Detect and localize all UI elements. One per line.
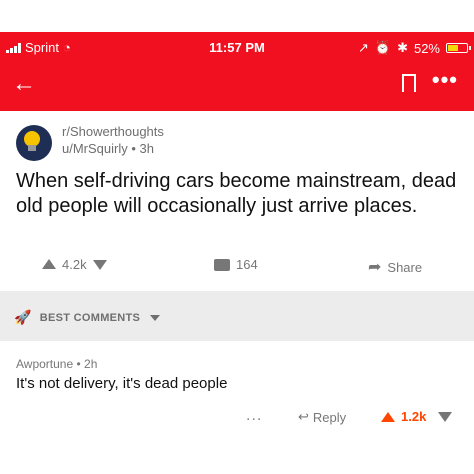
sort-dropdown[interactable]: 🚀 BEST COMMENTS [14,309,161,326]
bluetooth-icon: ✱ [397,40,408,55]
share-label: Share [387,259,423,275]
post-author-line[interactable]: u/MrSquirly • 3h [62,140,164,157]
bookmark-icon[interactable] [402,74,416,92]
battery-percent: 52% [413,40,440,56]
comment-icon [214,258,230,271]
reply-button[interactable]: ↩ Reply [298,409,346,425]
comments-button[interactable]: 164 [214,257,258,272]
nav-bar: ← ••• [0,68,474,104]
post-vote-group: 4.2k [42,257,107,272]
comment-score: 1.2k [401,409,427,424]
share-icon: ➦ [368,259,382,276]
comment-count: 164 [236,257,258,272]
comment-actions: ... ↩ Reply 1.2k [0,407,474,429]
status-right: ↗ ⏰ ✱ 52% [357,40,471,56]
comment-sort-bar: 🚀 BEST COMMENTS [0,291,474,341]
comment-more-icon[interactable]: ... [246,407,262,425]
post-title: When self-driving cars become mainstream… [16,170,457,217]
more-options-icon[interactable]: ••• [432,68,458,92]
downvote-icon[interactable] [438,411,453,422]
reply-icon: ↩ [298,409,309,424]
share-button[interactable]: ➦ Share [368,257,422,277]
post-meta: r/Showerthoughts u/MrSquirly • 3h [62,123,164,157]
subreddit-avatar[interactable] [16,125,52,161]
comment-meta[interactable]: Awportune • 2h [16,357,97,371]
comment-body: It's not delivery, it's dead people [16,375,228,392]
reply-label: Reply [312,409,347,425]
back-arrow-icon[interactable]: ← [12,72,36,96]
downvote-icon[interactable] [92,259,107,270]
reddit-post-screen: Sprint ◔ 11:57 PM ↗ ⏰ ✱ 52% ← ••• r/Show… [0,0,474,474]
battery-icon [446,43,471,53]
alarm-icon: ⏰ [374,40,392,55]
post-card: r/Showerthoughts u/MrSquirly • 3h When s… [0,111,474,291]
location-icon: ↗ [357,40,369,55]
upvote-icon[interactable] [42,258,56,269]
post-score: 4.2k [62,257,87,272]
status-bar: Sprint ◔ 11:57 PM ↗ ⏰ ✱ 52% [0,40,474,60]
post-actions: 4.2k 164 ➦ Share [0,257,474,279]
upvote-icon[interactable] [381,411,395,422]
comment: Awportune • 2h It's not delivery, it's d… [0,341,474,474]
chevron-down-icon [150,314,161,321]
sort-label: BEST COMMENTS [39,311,141,324]
comment-vote-group: 1.2k [381,409,453,424]
rocket-icon: 🚀 [14,309,32,325]
subreddit-link[interactable]: r/Showerthoughts [62,123,164,140]
app-header: Sprint ◔ 11:57 PM ↗ ⏰ ✱ 52% ← ••• [0,32,474,111]
